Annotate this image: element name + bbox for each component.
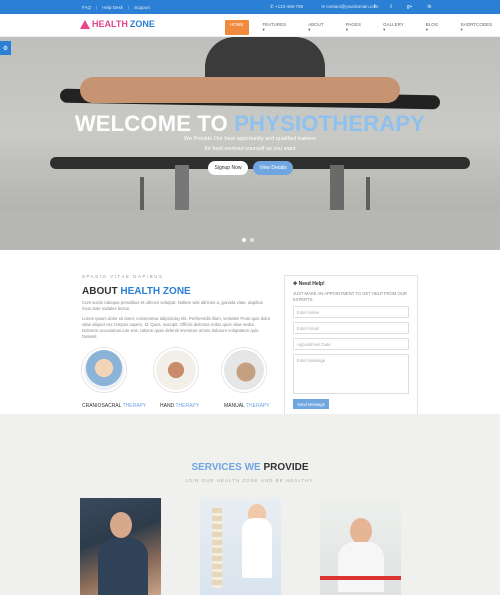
about-kicker: SPASIO VITAE DAPIBUS [82, 274, 164, 279]
services-section: SERVICES WE PROVIDE JOIN OUR HEALTH ZONE… [0, 414, 500, 595]
services-subtitle: JOIN OUR HEALTH ZONE AND BE HEALTHY. [184, 478, 316, 483]
about-paragraph-1: Cum sociis natoque penatibus et ultrices… [82, 300, 264, 311]
menu-item-pages[interactable]: PAGES ▾ [341, 20, 369, 35]
logo-word-zone: ZONE [129, 19, 155, 29]
craniosacral-therapy-image[interactable] [82, 348, 126, 392]
menu-item-about[interactable]: ABOUT ▾ [303, 20, 332, 35]
service-image-rehab[interactable] [320, 498, 401, 595]
about-title-main: ABOUT [82, 286, 121, 297]
manual-therapy-label[interactable]: MANUAL THERAPY [224, 403, 270, 409]
google-plus-icon[interactable]: g+ [407, 4, 413, 10]
therapy-highlight: THERAPY [175, 403, 200, 409]
logo-mark-icon [80, 19, 90, 29]
twitter-icon[interactable]: t [390, 4, 391, 10]
signup-now-button[interactable]: Signup Now [208, 161, 248, 175]
services-title: SERVICES WE PROVIDE [0, 462, 500, 473]
form-title-text: Need Help! [298, 281, 325, 287]
about-title-highlight: HEALTH ZONE [120, 286, 191, 297]
phone-number: +123-456-789 [275, 4, 304, 9]
slider-dot[interactable] [250, 238, 254, 242]
hero-subtitle-line2: for best workout yourself as you want [204, 146, 296, 152]
menu-item-gallery[interactable]: GALLERY ▾ [378, 20, 412, 35]
menu-item-blog[interactable]: BLOG ▾ [421, 20, 447, 35]
slider-dots [242, 238, 254, 242]
facebook-icon[interactable]: f [374, 4, 375, 10]
form-description: JUST MAKE AN APPOINTMENT TO GET HELP FRO… [293, 291, 407, 302]
resistance-band [320, 576, 401, 580]
therapy-name: CRANIOSACRAL [82, 403, 123, 409]
appointment-form: ✚ Need Help! JUST MAKE AN APPOINTMENT TO… [284, 275, 418, 417]
menu-label: ABOUT [308, 22, 324, 27]
hero-floor [0, 210, 500, 250]
menu-label: GALLERY [383, 22, 404, 27]
therapy-highlight: THERAPY [122, 403, 147, 409]
separator: | [96, 4, 98, 10]
main-navbar: HEALTH ZONE HOME FEATURES ▾ ABOUT ▾ PAGE… [0, 14, 500, 37]
menu-item-features[interactable]: FEATURES ▾ [258, 20, 295, 35]
phone-info: ✆ +123-456-789 [270, 4, 304, 9]
about-title: ABOUT HEALTH ZONE [82, 286, 191, 297]
hero-title-highlight: PHYSIOTHERAPY [234, 111, 426, 136]
form-title: ✚ Need Help! [293, 281, 325, 287]
craniosacral-therapy-label[interactable]: CRANIOSACRAL THERAPY [82, 403, 146, 409]
therapy-name: MANUAL [224, 403, 246, 409]
menu-item-shortcodes[interactable]: SHORTCODES ▾ [455, 20, 500, 35]
separator: | [127, 4, 130, 10]
hero-slider: WELCOME TO PHYSIOTHERAPY We Provide Our … [0, 37, 500, 250]
menu-label: BLOG [425, 22, 439, 27]
spine-model [212, 508, 222, 588]
patient-shirt [338, 542, 384, 592]
menu-label: PAGES [345, 22, 361, 27]
name-field[interactable]: Enter Name [293, 306, 409, 318]
help-desk-link[interactable]: Help Desk [102, 5, 123, 10]
linkedin-icon[interactable]: in [427, 4, 431, 10]
faq-link[interactable]: FAQ [82, 5, 91, 10]
appointment-date-field[interactable]: Appointment Date [293, 338, 409, 350]
about-section: SPASIO VITAE DAPIBUS ABOUT HEALTH ZONE C… [0, 250, 500, 417]
hero-title: WELCOME TO PHYSIOTHERAPY [0, 111, 500, 137]
service-image-spine[interactable] [200, 498, 281, 595]
slider-dot[interactable] [242, 238, 246, 242]
top-bar: FAQ | Help Desk | Support ✆ +123-456-789… [0, 0, 500, 14]
hero-title-main: WELCOME TO [74, 111, 235, 136]
support-link[interactable]: Support [134, 5, 150, 10]
about-paragraph-2: Lorem ipsum dolor sit amet, consectetur … [82, 316, 271, 339]
doctor-body [98, 538, 148, 595]
hero-patient-figure [80, 77, 400, 103]
therapy-name: HAND [160, 403, 176, 409]
site-logo[interactable]: HEALTH ZONE [80, 19, 155, 29]
services-title-highlight: SERVICES WE [191, 462, 261, 473]
therapy-highlight: THERAPY [245, 403, 270, 409]
logo-word-health: HEALTH [92, 19, 128, 29]
hero-subtitle-line1: We Provide Our best opportunity and qual… [183, 136, 317, 142]
doctor-coat [242, 518, 272, 578]
email-info[interactable]: ✉ contact@yourdomain.com [321, 4, 378, 10]
service-image-consultation[interactable] [80, 498, 161, 595]
message-textarea[interactable]: Enter Message [293, 354, 409, 394]
main-menu: HOME FEATURES ▾ ABOUT ▾ PAGES ▾ GALLERY … [225, 20, 500, 35]
menu-label: SHORTCODES [460, 22, 493, 27]
services-title-main: PROVIDE [260, 462, 309, 473]
send-message-button[interactable]: Send Message [293, 399, 329, 409]
menu-item-home[interactable]: HOME [225, 20, 249, 35]
hand-therapy-image[interactable] [154, 348, 198, 392]
email-address: contact@yourdomain.com [326, 4, 379, 9]
hand-therapy-label[interactable]: HAND THERAPY [160, 403, 199, 409]
view-details-button[interactable]: View Details [253, 161, 293, 175]
patient-head [350, 518, 372, 544]
settings-toggle-icon[interactable]: ⚙ [0, 41, 11, 55]
patient-head [110, 512, 132, 538]
email-field[interactable]: Enter Email [293, 322, 409, 334]
manual-therapy-image[interactable] [222, 348, 266, 392]
menu-label: FEATURES [262, 22, 287, 27]
